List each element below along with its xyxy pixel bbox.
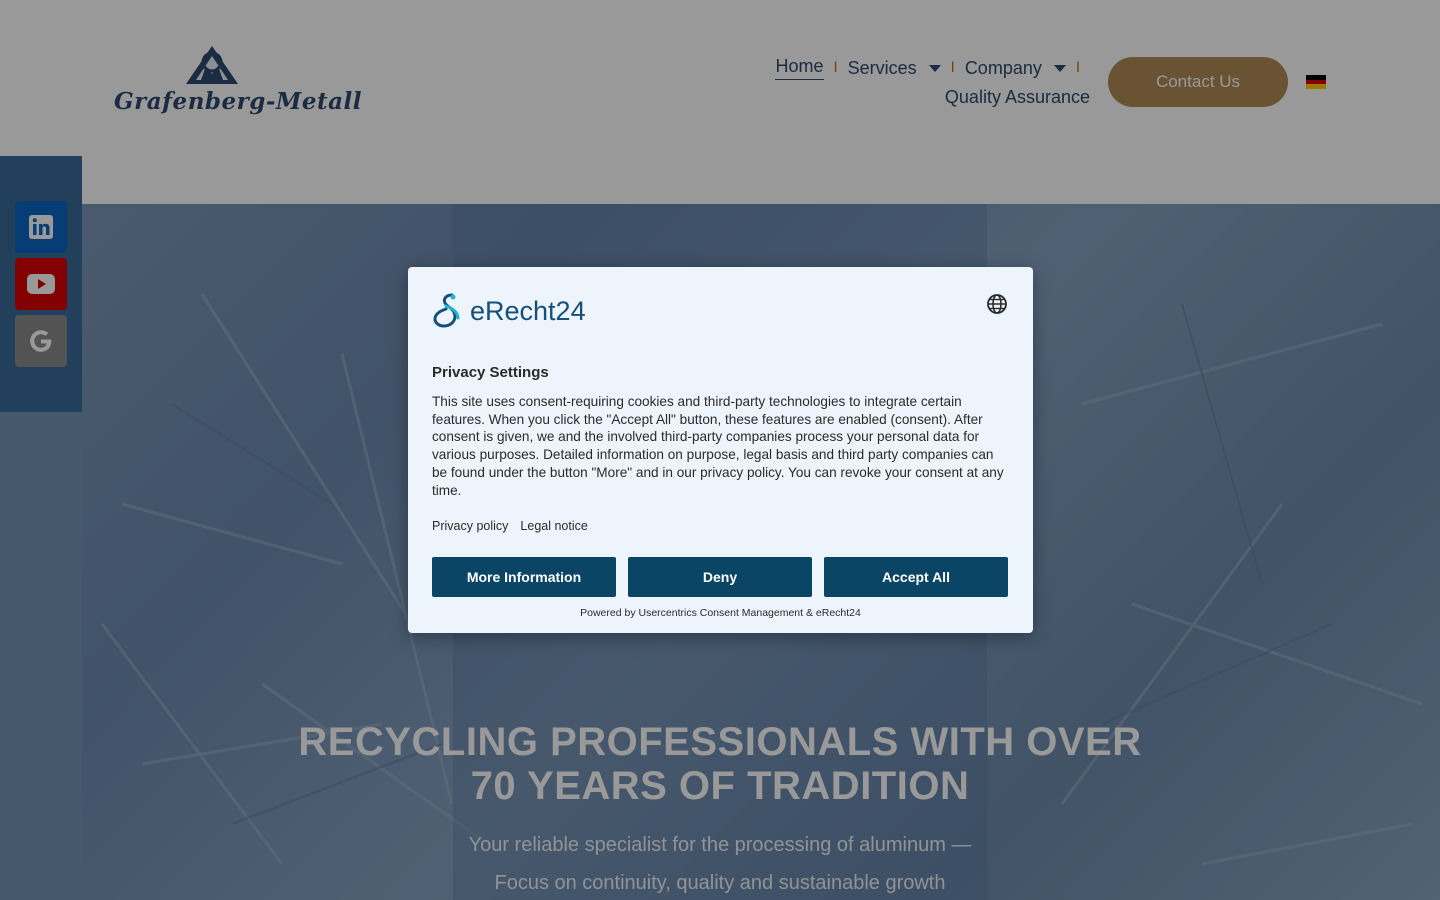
consent-body: This site uses consent-requiring cookies… <box>432 394 1004 498</box>
erecht24-logo-text: eRecht24 <box>470 295 586 326</box>
powered-by-text: Powered by Usercentrics Consent Manageme… <box>580 607 861 619</box>
privacy-policy-link[interactable]: Privacy policy <box>432 519 508 533</box>
consent-links: Privacy policy Legal notice <box>432 519 588 533</box>
accept-all-button[interactable]: Accept All <box>824 557 1008 597</box>
deny-button[interactable]: Deny <box>628 557 812 597</box>
consent-title: Privacy Settings <box>432 364 549 381</box>
more-information-button[interactable]: More Information <box>432 557 616 597</box>
erecht24-logo-icon <box>433 293 460 328</box>
privacy-consent-dialog: eRecht24 Privacy Settings This site uses… <box>408 267 1033 633</box>
legal-notice-link[interactable]: Legal notice <box>520 519 587 533</box>
erecht24-logo: eRecht24 <box>432 291 602 331</box>
language-globe-icon[interactable] <box>986 293 1008 315</box>
